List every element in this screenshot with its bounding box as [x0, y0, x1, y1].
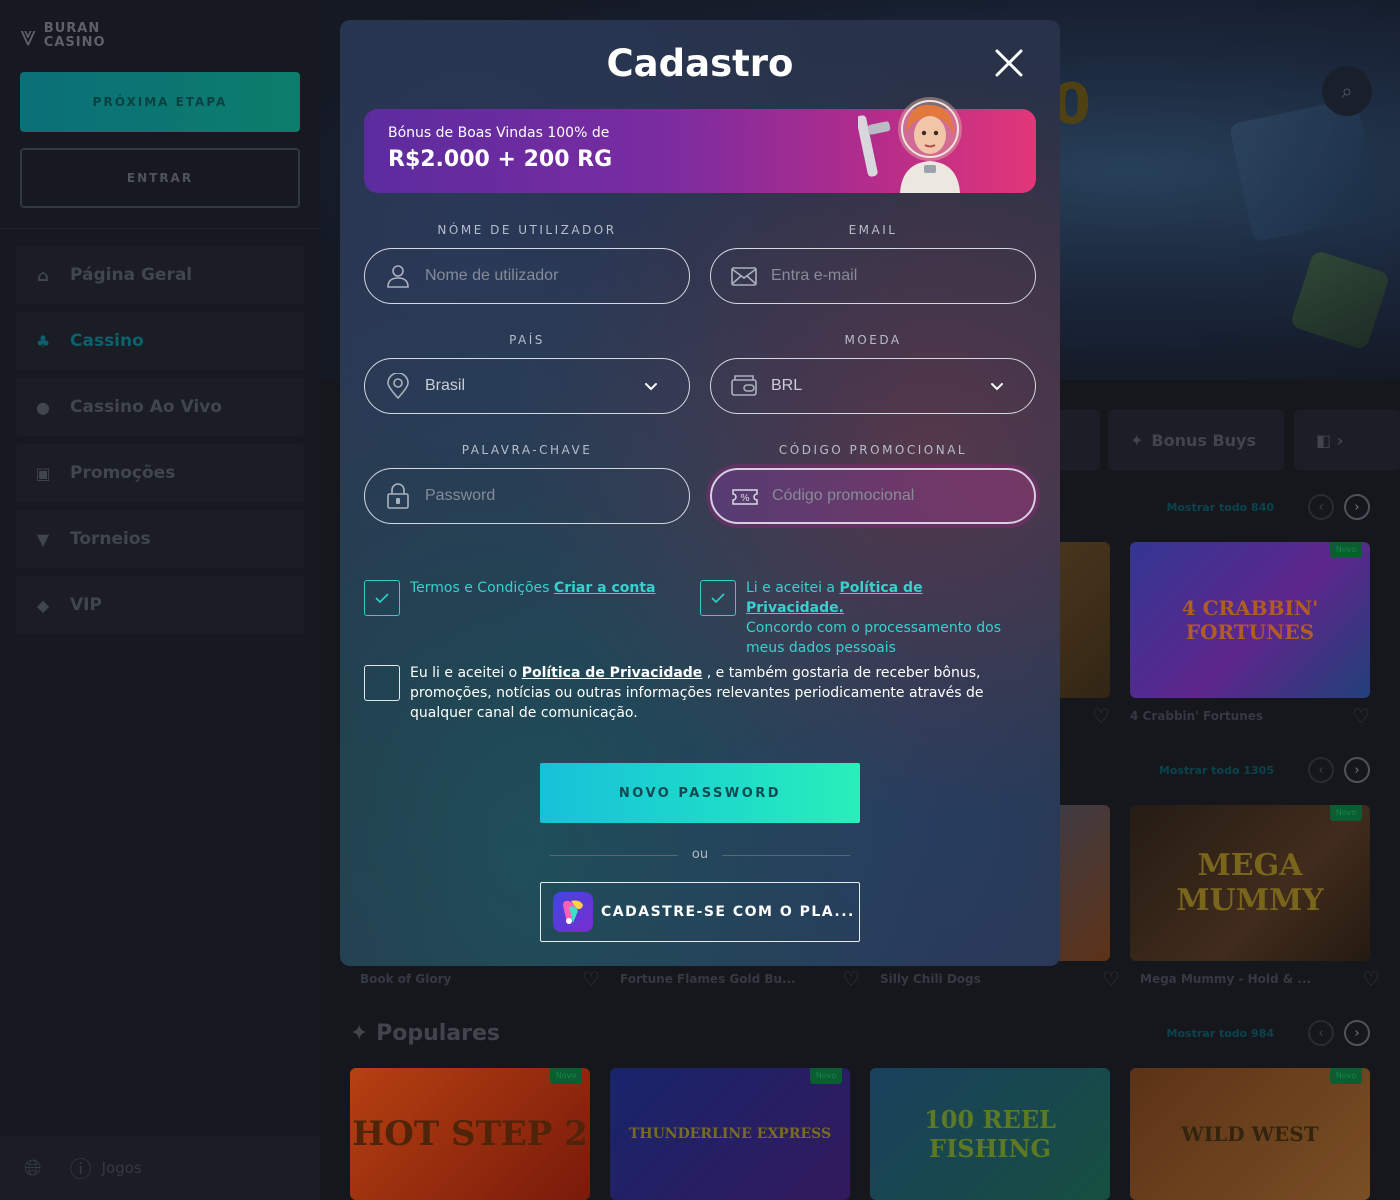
planet-app-icon: [553, 892, 593, 932]
privacy-text-before: Li e aceitei a: [746, 580, 840, 596]
registration-modal: Cadastro Bónus de Boas Vindas 100% de R$…: [340, 20, 1060, 966]
register-with-planet-button[interactable]: CADASTRE-SE COM O PLA...: [540, 882, 860, 942]
or-separator: ou: [691, 847, 709, 862]
checkmark-icon: [375, 593, 389, 604]
bonus-amount: R$2.000 + 200 RG: [388, 147, 613, 172]
bonus-subtitle: Bónus de Boas Vindas 100% de: [388, 125, 610, 141]
privacy-text: Li e aceitei a Política de Privacidade. …: [746, 578, 1022, 658]
currency-value: BRL: [771, 377, 803, 394]
privacy-text-after: Concordo com o processamento dos meus da…: [746, 620, 1002, 656]
planet-button-label: CADASTRE-SE COM O PLA...: [601, 904, 855, 920]
country-select[interactable]: Brasil: [364, 358, 690, 414]
checkmark-icon: [711, 593, 725, 604]
password-label: PALAVRA-CHAVE: [461, 443, 593, 457]
envelope-icon: [731, 267, 757, 286]
email-input[interactable]: [771, 267, 1001, 285]
create-account-link[interactable]: Criar a conta: [554, 580, 656, 596]
chevron-down-icon: [991, 383, 1003, 391]
submit-button[interactable]: NOVO PASSWORD: [540, 763, 860, 823]
svg-text:%: %: [740, 493, 750, 504]
location-pin-icon: [387, 373, 409, 399]
email-label: EMAIL: [848, 223, 898, 237]
username-field[interactable]: [364, 248, 690, 304]
email-field[interactable]: [710, 248, 1036, 304]
marketing-text-before: Eu li e aceitei o: [410, 665, 522, 681]
lock-icon: [387, 483, 409, 509]
divider-left: [550, 855, 678, 856]
username-input[interactable]: [425, 267, 655, 285]
marketing-text: Eu li e aceitei o Política de Privacidad…: [410, 663, 1010, 723]
wallet-icon: [731, 375, 757, 396]
username-label: NÓME DE UTILIZADOR: [437, 223, 617, 237]
marketing-privacy-policy-link[interactable]: Política de Privacidade: [522, 665, 703, 681]
country-value: Brasil: [425, 377, 466, 394]
currency-label: MOEDA: [844, 333, 902, 347]
promo-code-field[interactable]: %: [710, 468, 1036, 524]
privacy-checkbox[interactable]: [700, 580, 736, 616]
modal-title: Cadastro: [606, 42, 794, 85]
currency-select[interactable]: BRL: [710, 358, 1036, 414]
terms-text-label: Termos e Condições: [410, 580, 554, 596]
welcome-bonus-banner: Bónus de Boas Vindas 100% de R$2.000 + 2…: [364, 97, 1036, 193]
divider-right: [722, 855, 850, 856]
marketing-checkbox[interactable]: [364, 665, 400, 701]
country-label: PAÍS: [509, 333, 545, 347]
user-icon: [387, 265, 409, 288]
terms-text: Termos e Condições Criar a conta: [410, 578, 670, 598]
chevron-down-icon: [645, 383, 657, 391]
promo-code-label: CÓDIGO PROMOCIONAL: [778, 443, 968, 457]
promo-code-input[interactable]: [772, 487, 1002, 505]
password-input[interactable]: [425, 487, 655, 505]
coupon-icon: %: [732, 489, 758, 505]
password-field[interactable]: [364, 468, 690, 524]
astronaut-character-image: [858, 97, 962, 193]
terms-checkbox[interactable]: [364, 580, 400, 616]
close-icon[interactable]: [992, 46, 1026, 80]
